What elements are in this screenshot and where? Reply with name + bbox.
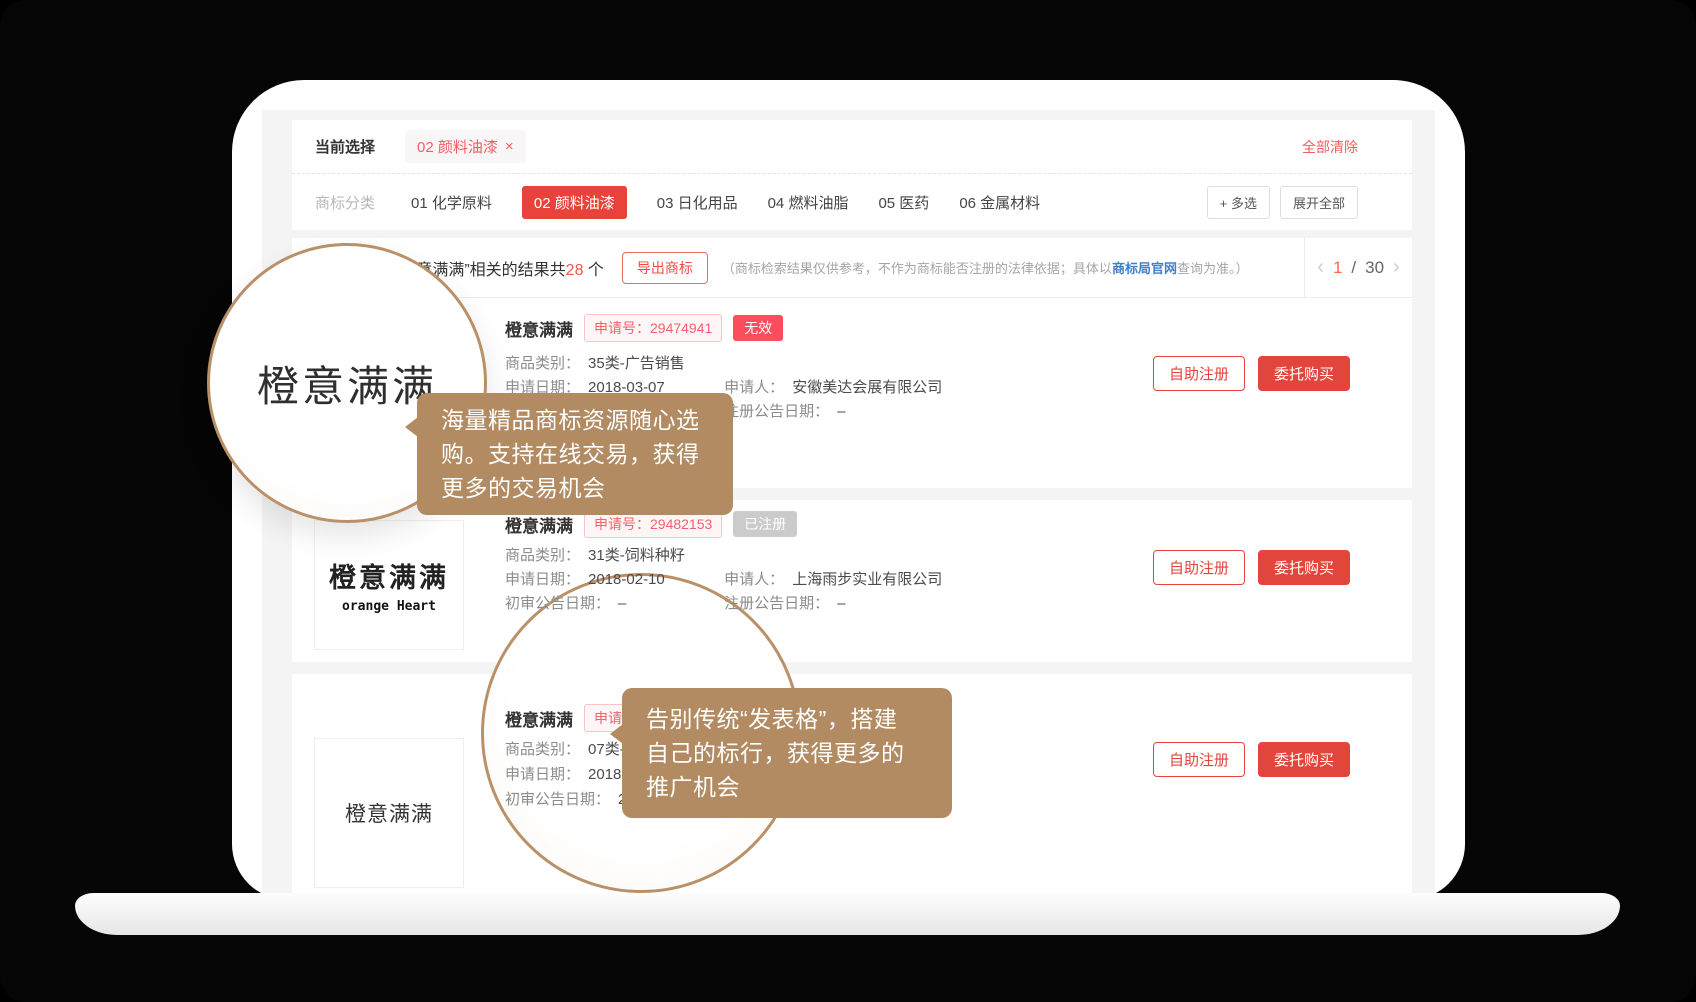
category-row-label: 商标分类 — [315, 192, 375, 213]
pagination-current: 1 — [1333, 258, 1342, 278]
category-value: 31类-饲料种籽 — [588, 547, 685, 564]
trademark-image-subtext: orange Heart — [342, 599, 436, 614]
trademark-name: 橙意满满 — [505, 512, 573, 537]
entrust-buy-button[interactable]: 委托购买 — [1258, 742, 1350, 777]
apply-date-label: 申请日期： — [505, 766, 580, 783]
category-actions: + 多选 展开全部 — [1207, 186, 1358, 219]
category-list: 01 化学原料 02 颜料油漆 03 日化用品 04 燃料油脂 05 医药 06… — [411, 186, 1040, 219]
tooltip-promotion: 告别传统“发表格”，搭建 自己的标行，获得更多的 推广机会 — [622, 688, 952, 818]
multi-select-button[interactable]: + 多选 — [1207, 186, 1270, 219]
self-register-button[interactable]: 自助注册 — [1153, 356, 1245, 391]
entrust-buy-button[interactable]: 委托购买 — [1258, 550, 1350, 585]
filter-panel: 当前选择 02 颜料油漆 × 全部清除 商标分类 01 化学原料 02 颜料油漆… — [292, 120, 1412, 230]
trademark-name: 橙意满满 — [505, 316, 573, 341]
selected-filter-chip-label: 02 颜料油漆 — [417, 136, 498, 157]
tooltip-marketplace: 海量精品商标资源随心选 购。支持在线交易，获得 更多的交易机会 — [417, 393, 733, 515]
trademark-image-text: 橙意满满 — [345, 798, 433, 828]
reg-pub-label: 注册公告日期： — [724, 595, 829, 612]
applicant-value: 上海雨步实业有限公司 — [792, 571, 942, 588]
self-register-button[interactable]: 自助注册 — [1153, 550, 1245, 585]
application-number-value: 29482153 — [650, 516, 712, 532]
applicant-label: 申请人： — [724, 379, 784, 396]
self-register-button[interactable]: 自助注册 — [1153, 742, 1245, 777]
category-item-05[interactable]: 05 医药 — [878, 192, 929, 213]
status-badge: 已注册 — [733, 511, 797, 537]
export-trademarks-button[interactable]: 导出商标 — [622, 252, 708, 284]
pagination: ‹ 1 / 30 › — [1304, 238, 1412, 297]
results-disclaimer: （商标检索结果仅供参考，不作为商标能否注册的法律依据；具体以商标局官网查询为准。… — [722, 258, 1249, 277]
expand-all-button[interactable]: 展开全部 — [1280, 186, 1358, 219]
clear-all-link[interactable]: 全部清除 — [1302, 137, 1358, 157]
disclaimer-text-pre: （商标检索结果仅供参考，不作为商标能否注册的法律依据；具体以 — [722, 261, 1112, 276]
trademark-office-link[interactable]: 商标局官网 — [1112, 261, 1177, 276]
applicant-label: 申请人： — [724, 571, 784, 588]
application-number-value: 29474941 — [650, 320, 712, 336]
selected-filter-chip[interactable]: 02 颜料油漆 × — [405, 130, 526, 163]
reg-pub-value: – — [837, 595, 845, 612]
results-count-suffix: 个 — [583, 262, 603, 279]
reg-pub-value: – — [837, 403, 845, 420]
category-label: 商品类别： — [505, 741, 580, 758]
trademark-image-2: 橙意满满 orange Heart — [314, 520, 464, 650]
current-selection-row: 当前选择 02 颜料油漆 × 全部清除 — [292, 120, 1412, 173]
trademark-image-text: 橙意满满 — [329, 556, 449, 595]
application-number-label: 申请号： — [594, 516, 650, 532]
close-icon[interactable]: × — [505, 138, 514, 155]
category-item-04[interactable]: 04 燃料油脂 — [768, 192, 849, 213]
category-item-02-selected[interactable]: 02 颜料油漆 — [522, 186, 627, 219]
current-selection-label: 当前选择 — [315, 136, 375, 157]
results-header: 为您检索到“橙意满满”相关的结果共28 个 导出商标 （商标检索结果仅供参考，不… — [292, 238, 1412, 298]
chevron-right-icon[interactable]: › — [1393, 256, 1400, 279]
trademark-name: 橙意满满 — [505, 706, 573, 731]
application-number-label: 申请号： — [594, 320, 650, 336]
first-pub-label: 初审公告日期： — [505, 595, 610, 612]
pagination-total: 30 — [1365, 258, 1384, 278]
apply-date-value: 2018-02-10 — [588, 571, 665, 588]
category-row: 商标分类 01 化学原料 02 颜料油漆 03 日化用品 04 燃料油脂 05 … — [292, 173, 1412, 230]
category-value: 35类-广告销售 — [588, 355, 685, 372]
status-badge: 无效 — [733, 315, 783, 341]
category-label: 商品类别： — [505, 547, 580, 564]
apply-date-label: 申请日期： — [505, 571, 580, 588]
disclaimer-text-post: 查询为准。） — [1177, 261, 1249, 276]
trademark-image-3: 橙意满满 — [314, 738, 464, 888]
first-pub-label: 初审公告日期： — [505, 791, 610, 808]
chevron-left-icon[interactable]: ‹ — [1317, 256, 1324, 279]
category-item-06[interactable]: 06 金属材料 — [959, 192, 1040, 213]
pagination-separator: / — [1351, 258, 1356, 278]
category-label: 商品类别： — [505, 355, 580, 372]
application-number-tag: 申请号：29474941 — [584, 314, 722, 342]
first-pub-value: – — [618, 595, 626, 612]
magnified-trademark-text: 橙意满满 — [257, 353, 437, 414]
category-item-03[interactable]: 03 日化用品 — [657, 192, 738, 213]
results-count: 28 — [566, 262, 584, 279]
page-background: 当前选择 02 颜料油漆 × 全部清除 商标分类 01 化学原料 02 颜料油漆… — [0, 0, 1696, 1002]
result-row-2: 橙意满满 orange Heart 橙意满满 申请号：29482153 已注册 … — [292, 500, 1412, 662]
entrust-buy-button[interactable]: 委托购买 — [1258, 356, 1350, 391]
reg-pub-label: 注册公告日期： — [724, 403, 829, 420]
category-item-01[interactable]: 01 化学原料 — [411, 192, 492, 213]
applicant-value: 安徽美达会展有限公司 — [792, 379, 942, 396]
